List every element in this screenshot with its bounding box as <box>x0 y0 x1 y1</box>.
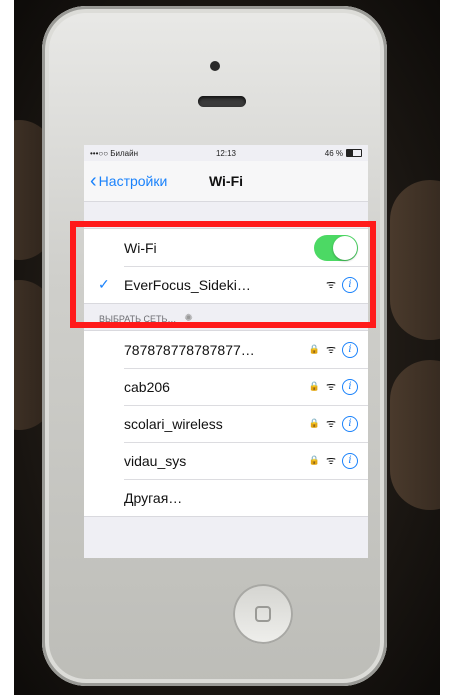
other-network-row[interactable]: Другая… <box>84 479 368 516</box>
lock-icon: 🔒 <box>308 381 320 391</box>
finger-right-top <box>390 180 440 340</box>
status-bar: •••○○ Билайн 12:13 46 % <box>84 145 368 161</box>
lock-icon: 🔒 <box>308 455 320 465</box>
finger-right-mid <box>390 360 440 510</box>
network-name: scolari_wireless <box>124 415 223 432</box>
info-icon[interactable]: i <box>342 452 358 469</box>
clock: 12:13 <box>215 148 237 158</box>
other-network-label: Другая… <box>124 489 183 506</box>
network-name: 787878778787877… <box>124 341 255 358</box>
chevron-left-icon: ‹ <box>90 170 97 192</box>
network-list: 787878778787877… 🔒 ᯤ i cab206 🔒 ᯤ i scol… <box>84 330 368 517</box>
wifi-signal-icon: ᯤ <box>325 418 336 430</box>
info-icon[interactable]: i <box>342 378 358 395</box>
phone-screen: •••○○ Билайн 12:13 46 % ‹ Настройки Wi-F… <box>84 145 368 558</box>
wifi-signal-icon: ᯤ <box>325 455 336 467</box>
wifi-signal-icon: ᯤ <box>325 344 336 356</box>
network-row[interactable]: vidau_sys 🔒 ᯤ i <box>84 442 368 479</box>
lock-icon: 🔒 <box>308 344 320 354</box>
network-row[interactable]: cab206 🔒 ᯤ i <box>84 368 368 405</box>
navigation-bar: ‹ Настройки Wi-Fi <box>84 161 368 202</box>
wifi-signal-icon: ᯤ <box>325 381 336 393</box>
earpiece-speaker <box>198 96 246 107</box>
back-label: Настройки <box>98 173 168 189</box>
home-button[interactable] <box>233 584 293 644</box>
front-camera <box>210 61 220 71</box>
lock-icon: 🔒 <box>308 418 320 428</box>
battery-icon <box>346 149 362 157</box>
network-name: cab206 <box>124 378 170 395</box>
network-row[interactable]: scolari_wireless 🔒 ᯤ i <box>84 405 368 442</box>
highlight-box <box>70 221 376 328</box>
network-name: vidau_sys <box>124 452 187 469</box>
info-icon[interactable]: i <box>342 341 358 358</box>
info-icon[interactable]: i <box>342 415 358 432</box>
network-row[interactable]: 787878778787877… 🔒 ᯤ i <box>84 331 368 368</box>
back-button[interactable]: ‹ Настройки <box>84 171 167 191</box>
